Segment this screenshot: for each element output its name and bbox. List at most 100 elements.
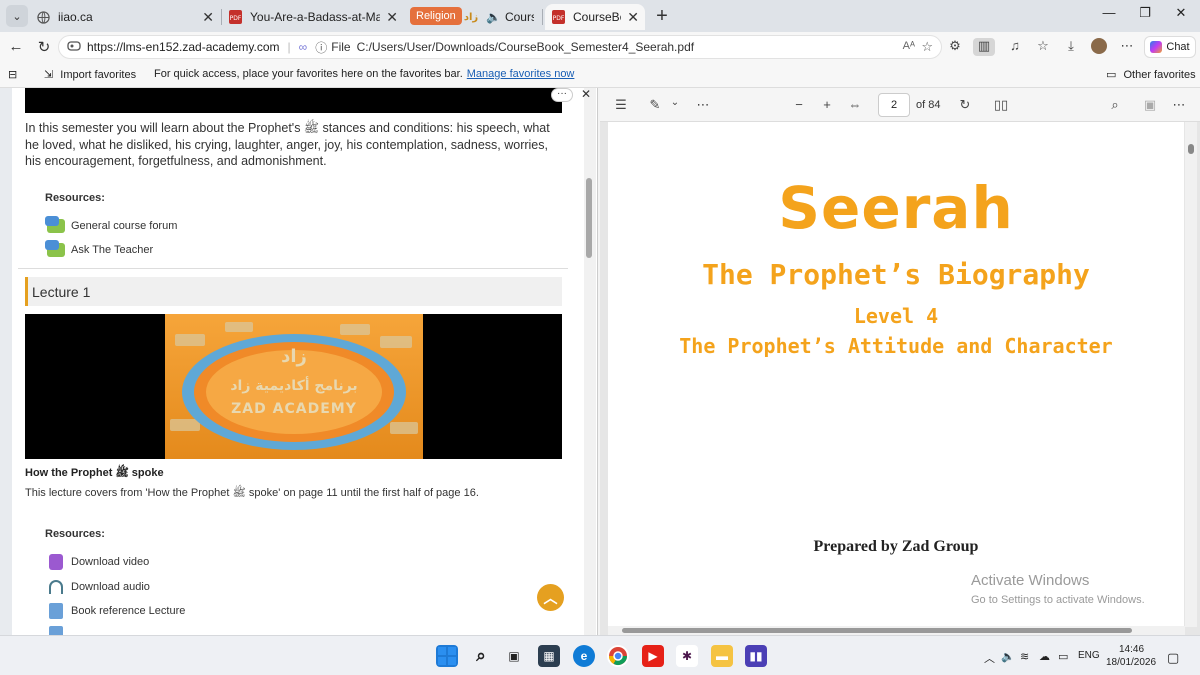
scroll-to-top-button[interactable]: ︿ <box>537 584 564 611</box>
general-forum-link[interactable]: General course forum <box>45 216 177 234</box>
import-favorites-button[interactable]: ⇲ Import favorites <box>44 68 136 81</box>
chevron-up-icon[interactable]: ︿ <box>984 650 995 666</box>
site-info-icon[interactable] <box>67 39 81 56</box>
lecture-title[interactable]: How the Prophet ﷺ spoke <box>25 466 164 482</box>
pdf-toolbar: ☰ ✎ ⌄ ⋯ − + ⇔ 2 of 84 ↻ ▯▯ ⌕ ▣ ⋯ <box>600 88 1200 122</box>
language-indicator[interactable]: ENG <box>1078 650 1100 661</box>
battery-icon[interactable]: ▭ <box>1058 650 1068 663</box>
tab-badass-pdf[interactable]: PDF You-Are-a-Badass-at-Making-Mon ✕ <box>222 4 404 30</box>
other-favorites-label: Other favorites <box>1123 69 1196 81</box>
favorites-icon[interactable]: ☆ <box>1032 38 1054 56</box>
table-of-contents-icon[interactable]: ☰ <box>612 97 630 113</box>
more-options-icon[interactable]: ⋯ <box>1170 97 1188 113</box>
file-explorer-icon[interactable]: ▬ <box>711 645 733 667</box>
resources-heading: Resources: <box>45 192 105 204</box>
close-tab-icon[interactable]: ✕ <box>386 9 398 26</box>
page-view-icon[interactable]: ▯▯ <box>992 97 1010 113</box>
pdf-subtitle: The Prophet’s Biography <box>702 258 1090 291</box>
extensions-icon[interactable]: ⚙ <box>944 38 966 56</box>
page-margin <box>0 88 12 635</box>
lecture-description: This lecture covers from 'How the Prophe… <box>25 487 479 499</box>
close-tab-icon[interactable]: ✕ <box>202 9 214 26</box>
scrollbar-thumb[interactable] <box>622 628 1132 633</box>
zoom-in-button[interactable]: + <box>818 97 836 112</box>
chrome-icon[interactable] <box>607 645 629 667</box>
maximize-button[interactable]: ❐ <box>1130 5 1160 21</box>
download-audio-link[interactable]: Download audio <box>47 579 150 595</box>
book-reference-link[interactable]: Book reference Lecture <box>47 603 185 619</box>
save-icon[interactable]: ▣ <box>1141 97 1159 113</box>
more-options-icon[interactable]: ⋯ <box>1116 38 1138 56</box>
tab-actions-menu-button[interactable]: ⌄ <box>6 5 28 27</box>
new-tab-button[interactable]: + <box>650 4 674 28</box>
page-number-input[interactable]: 2 <box>878 93 910 117</box>
book-icon <box>47 626 65 635</box>
widgets-icon[interactable]: ▦ <box>538 645 560 667</box>
close-window-button[interactable]: ✕ <box>1166 5 1196 21</box>
tab-coursebook-pdf[interactable]: PDF CourseBook ✕ <box>545 4 645 30</box>
split-pane-options-button[interactable]: ··· <box>551 88 573 102</box>
minimize-button[interactable]: — <box>1094 5 1124 20</box>
tab-course[interactable]: زاد 🔈 Course: <box>458 4 540 30</box>
refresh-button[interactable]: ↻ <box>34 38 54 56</box>
scrollbar-thumb[interactable] <box>586 178 592 258</box>
close-tab-icon[interactable]: ✕ <box>627 9 639 26</box>
manage-favorites-link[interactable]: Manage favorites now <box>467 68 575 80</box>
info-icon[interactable]: ⓘ <box>315 39 327 56</box>
reader-app-icon[interactable]: ▮▮ <box>745 645 767 667</box>
draw-icon[interactable]: ✎ <box>646 97 664 113</box>
minimize-icon: — <box>1102 5 1116 20</box>
scrollbar-thumb[interactable] <box>1188 144 1194 154</box>
search-icon[interactable]: ⌕ <box>470 645 492 667</box>
back-button[interactable]: ← <box>6 38 26 55</box>
edge-browser-icon[interactable]: e <box>573 645 595 667</box>
address-bar[interactable]: https://lms-en152.zad-academy.com | ∞ ⓘ … <box>58 35 942 59</box>
split-screen-icon[interactable]: ▥ <box>973 38 995 56</box>
zoom-out-button[interactable]: − <box>790 97 808 112</box>
youtube-icon[interactable]: ▶ <box>642 645 664 667</box>
import-icon: ⇲ <box>44 69 54 81</box>
clock-time[interactable]: 14:46 <box>1119 644 1144 655</box>
read-aloud-icon[interactable]: Aᴬ <box>903 40 915 52</box>
video-file-icon <box>47 554 65 570</box>
favorites-bar-toggle-icon[interactable]: ⊟ <box>8 68 17 81</box>
course-page-scrollbar[interactable] <box>584 88 596 635</box>
ask-teacher-link[interactable]: Ask The Teacher <box>45 240 154 258</box>
tab-strip: ⌄ iiao.ca ✕ PDF You-Are-a-Badass-at-Maki… <box>0 0 1200 32</box>
download-video-link[interactable]: Download video <box>47 554 149 570</box>
clock-date[interactable]: 18/01/2026 <box>1106 657 1156 668</box>
tab-iiao[interactable]: iiao.ca ✕ <box>30 4 220 30</box>
volume-icon[interactable]: 🔈 <box>1001 650 1015 663</box>
more-tools-icon[interactable]: ⋯ <box>694 97 712 113</box>
fit-page-icon[interactable]: ⇔ <box>846 97 864 112</box>
pdf-vertical-scrollbar[interactable] <box>1185 122 1197 627</box>
chevron-down-icon[interactable]: ⌄ <box>666 97 684 108</box>
tab-group-religion[interactable]: Religion <box>410 7 462 25</box>
speaker-icon[interactable]: 🔈 <box>486 10 501 24</box>
profile-avatar-icon[interactable] <box>1088 38 1110 56</box>
lecture-1-header[interactable]: Lecture 1 <box>25 277 562 306</box>
slack-icon[interactable]: ✱ <box>676 645 698 667</box>
split-pane-close-button[interactable]: ✕ <box>577 88 595 102</box>
pdf-horizontal-scrollbar[interactable] <box>608 626 1185 635</box>
tab-title: You-Are-a-Badass-at-Making-Mon <box>250 10 381 24</box>
next-resource-partial[interactable] <box>47 626 71 635</box>
lecture-video-player[interactable]: زاد برنامج أكاديمية زاد ZAD ACADEMY <box>25 314 562 459</box>
task-view-icon[interactable]: ▣ <box>503 645 525 667</box>
media-control-icon[interactable]: ♫ <box>1004 38 1026 56</box>
pdf-document-area: Seerah The Prophet’s Biography Level 4 T… <box>600 122 1200 635</box>
notifications-icon[interactable]: ▢ <box>1167 650 1179 666</box>
wifi-icon[interactable]: ≋ <box>1020 650 1029 663</box>
rotate-icon[interactable]: ↻ <box>956 97 974 113</box>
other-favorites-button[interactable]: ▭ Other favorites <box>1106 68 1196 81</box>
svg-text:PDF: PDF <box>229 15 241 22</box>
search-icon[interactable]: ⌕ <box>1106 97 1124 113</box>
copilot-chat-button[interactable]: Chat <box>1144 36 1196 58</box>
start-windows-icon[interactable] <box>436 645 458 667</box>
resource-label: Book reference Lecture <box>71 605 186 617</box>
downloads-icon[interactable]: ⤓ <box>1060 38 1082 56</box>
favorite-star-icon[interactable]: ☆ <box>921 39 933 55</box>
link-icon[interactable]: ∞ <box>299 40 308 54</box>
resource-label: Ask The Teacher <box>71 244 154 256</box>
cloud-icon[interactable]: ☁ <box>1039 650 1050 663</box>
